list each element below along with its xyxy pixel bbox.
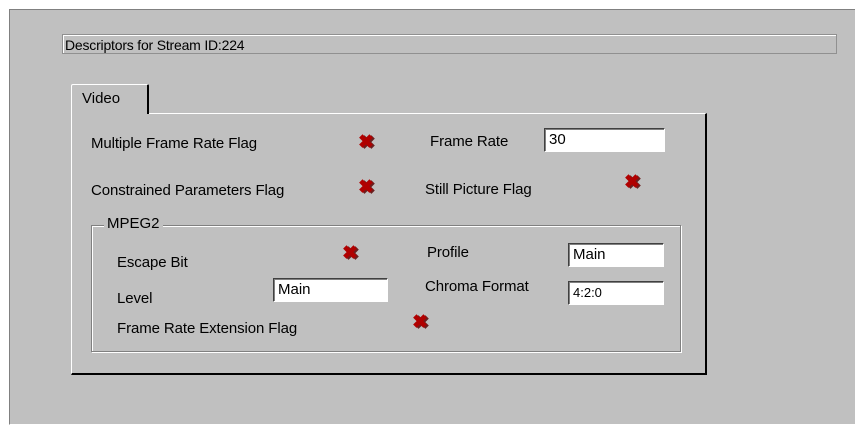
frame-rate-extension-flag-x-mark-icon: ✖ [412,312,428,333]
profile-field[interactable]: Main [568,243,664,267]
constrained-parameters-flag-x-mark-icon: ✖ [358,177,374,198]
frame-rate-label: Frame Rate [430,133,509,150]
constrained-parameters-flag-label: Constrained Parameters Flag [91,182,285,199]
escape-bit-x-mark-icon: ✖ [342,243,358,264]
chroma-format-label: Chroma Format [425,278,529,295]
still-picture-flag-label: Still Picture Flag [425,181,532,198]
frame-rate-extension-flag-label: Frame Rate Extension Flag [117,320,298,337]
multiple-frame-rate-flag-label: Multiple Frame Rate Flag [91,135,257,152]
level-field[interactable]: Main [273,278,388,302]
mpeg2-group-label: MPEG2 [104,215,163,233]
profile-label: Profile [427,244,469,261]
escape-bit-label: Escape Bit [117,254,188,271]
chroma-format-field[interactable]: 4:2:0 [568,281,664,305]
stream-descriptor-title: Descriptors for Stream ID:224 [62,34,837,54]
multiple-frame-rate-flag-x-mark-icon: ✖ [358,132,374,153]
still-picture-flag-x-mark-icon: ✖ [624,172,640,193]
tab-video[interactable]: Video [71,84,149,114]
level-label: Level [117,290,153,307]
frame-rate-field[interactable]: 30 [544,128,665,152]
